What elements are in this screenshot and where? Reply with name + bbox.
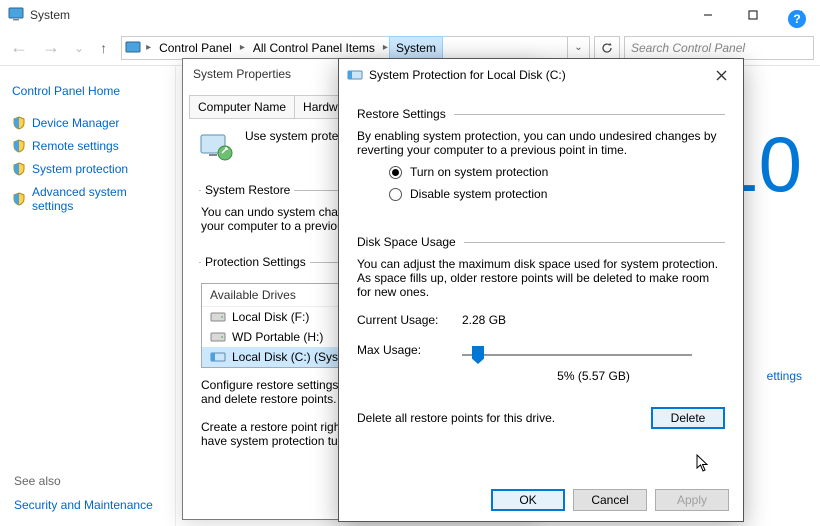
- radio-label: Disable system protection: [410, 187, 547, 201]
- sidebar-remote-settings[interactable]: Remote settings: [12, 139, 163, 153]
- shield-icon: [12, 116, 26, 130]
- breadcrumb-all-items[interactable]: All Control Panel Items: [247, 37, 381, 59]
- control-panel-home-link[interactable]: Control Panel Home: [12, 84, 163, 98]
- max-usage-slider[interactable]: [462, 345, 692, 365]
- change-settings-link-fragment[interactable]: ettings: [767, 369, 802, 383]
- radio-label: Turn on system protection: [410, 165, 548, 179]
- sidebar: Control Panel Home Device Manager Remote…: [0, 66, 175, 526]
- apply-button[interactable]: Apply: [655, 489, 729, 511]
- system-protection-dialog: System Protection for Local Disk (C:) Re…: [338, 58, 744, 522]
- crumb-sep-icon: ▸: [238, 42, 247, 53]
- slider-thumb-icon[interactable]: [472, 346, 484, 364]
- sidebar-label: System protection: [32, 162, 128, 176]
- breadcrumb-system[interactable]: System: [390, 37, 442, 59]
- address-bar[interactable]: ▸ Control Panel ▸ All Control Panel Item…: [121, 36, 590, 60]
- restore-settings-section: Restore Settings: [357, 107, 725, 121]
- up-button[interactable]: ↑: [94, 38, 113, 58]
- recent-locations-dropdown[interactable]: ⌄: [70, 39, 88, 57]
- cancel-button[interactable]: Cancel: [573, 489, 647, 511]
- breadcrumb-control-panel[interactable]: Control Panel: [153, 37, 238, 59]
- see-also-heading: See also: [14, 474, 153, 488]
- protection-settings-legend: Protection Settings: [201, 255, 310, 269]
- minimize-button[interactable]: [685, 0, 730, 30]
- restore-settings-label: Restore Settings: [357, 107, 446, 121]
- restore-settings-description: By enabling system protection, you can u…: [357, 129, 725, 157]
- tab-computer-name[interactable]: Computer Name: [189, 95, 295, 118]
- system-window-title-bar: System: [0, 0, 820, 30]
- drive-icon: [210, 331, 226, 343]
- max-usage-label: Max Usage:: [357, 343, 462, 383]
- help-button[interactable]: ?: [788, 10, 806, 28]
- security-and-maintenance-link[interactable]: Security and Maintenance: [14, 498, 153, 512]
- drive-label: Local Disk (F:): [232, 310, 309, 324]
- system-icon: [8, 7, 24, 24]
- dialog-button-row: OK Cancel Apply: [339, 479, 743, 521]
- delete-button[interactable]: Delete: [651, 407, 725, 429]
- current-usage-value: 2.28 GB: [462, 313, 725, 327]
- crumb-sep-icon[interactable]: ▸: [144, 42, 153, 53]
- drive-label: WD Portable (H:): [232, 330, 323, 344]
- forward-button[interactable]: →: [38, 35, 64, 60]
- dialog-close-button[interactable]: [707, 65, 735, 85]
- system-protection-title-bar[interactable]: System Protection for Local Disk (C:): [339, 59, 743, 91]
- sidebar-label: Advanced system settings: [32, 185, 163, 213]
- disk-usage-section: Disk Space Usage: [357, 235, 725, 249]
- system-icon-small: [122, 41, 144, 55]
- window-title: System: [30, 8, 685, 22]
- shield-icon: [12, 192, 26, 206]
- sidebar-label: Device Manager: [32, 116, 119, 130]
- drive-icon: [210, 311, 226, 323]
- current-usage-label: Current Usage:: [357, 313, 462, 327]
- sidebar-advanced-settings[interactable]: Advanced system settings: [12, 185, 163, 213]
- drive-system-icon: [210, 351, 226, 363]
- system-protection-large-icon: [199, 129, 235, 165]
- disk-usage-label: Disk Space Usage: [357, 235, 456, 249]
- sidebar-system-protection[interactable]: System protection: [12, 162, 163, 176]
- sidebar-device-manager[interactable]: Device Manager: [12, 116, 163, 130]
- ok-button[interactable]: OK: [491, 489, 565, 511]
- shield-icon: [12, 139, 26, 153]
- max-usage-caption: 5% (5.57 GB): [462, 369, 725, 383]
- system-restore-legend: System Restore: [201, 183, 294, 197]
- address-dropdown-icon[interactable]: ⌄: [567, 37, 589, 59]
- radio-turn-on-protection[interactable]: Turn on system protection: [389, 165, 725, 179]
- disk-usage-description: You can adjust the maximum disk space us…: [357, 257, 725, 299]
- radio-icon: [389, 166, 402, 179]
- delete-restore-points-text: Delete all restore points for this drive…: [357, 411, 641, 425]
- refresh-button[interactable]: [594, 36, 620, 60]
- sidebar-label: Remote settings: [32, 139, 119, 153]
- search-input[interactable]: Search Control Panel: [624, 36, 814, 60]
- radio-icon: [389, 188, 402, 201]
- crumb-sep-icon: ▸: [381, 42, 390, 53]
- maximize-button[interactable]: [730, 0, 775, 30]
- radio-disable-protection[interactable]: Disable system protection: [389, 187, 725, 201]
- shield-icon: [12, 162, 26, 176]
- back-button[interactable]: ←: [6, 35, 32, 60]
- drive-system-icon: [347, 69, 363, 81]
- system-protection-title: System Protection for Local Disk (C:): [369, 68, 707, 82]
